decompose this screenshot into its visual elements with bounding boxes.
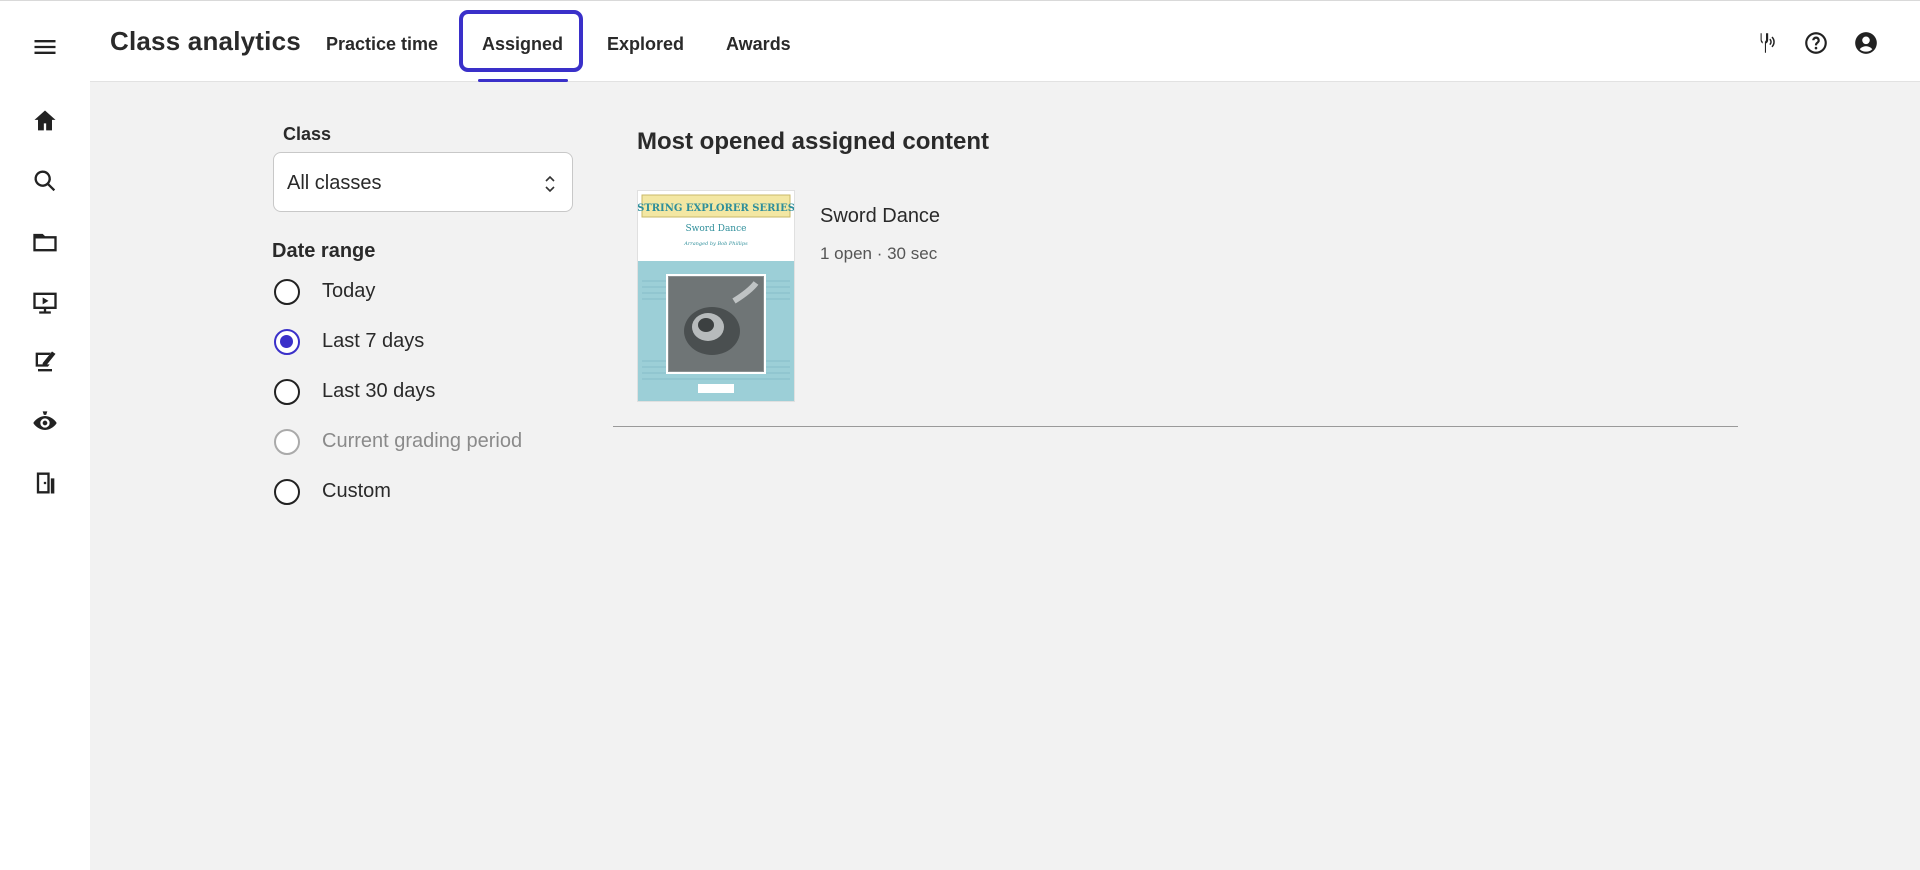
cover-arranger-text: Arranged by Bob Phillips xyxy=(683,241,748,247)
tab-selected-indicator xyxy=(478,79,568,82)
content-meta: 1 open · 30 sec xyxy=(820,244,938,263)
ear-icon xyxy=(33,411,57,430)
cover-title-text: Sword Dance xyxy=(686,224,747,234)
assignment-icon xyxy=(35,351,56,372)
account-icon xyxy=(1855,32,1877,54)
content-divider xyxy=(613,426,1738,427)
section-title: Most opened assigned content xyxy=(637,128,990,155)
radio-last-30-days[interactable] xyxy=(274,379,300,405)
radio-current-grading-period xyxy=(274,429,300,455)
class-select-value: All classes xyxy=(287,172,382,194)
class-label: Class xyxy=(283,124,332,144)
library-button[interactable] xyxy=(25,222,65,262)
tab-awards[interactable]: Awards xyxy=(726,29,791,59)
exit-button[interactable] xyxy=(25,463,65,503)
top-header: Class analytics Practice time Assigned E… xyxy=(90,0,1920,82)
account-button[interactable] xyxy=(1848,25,1884,61)
video-icon xyxy=(33,292,57,314)
menu-icon xyxy=(34,40,56,54)
page-title: Class analytics xyxy=(110,26,301,56)
radio-label: Custom xyxy=(322,480,391,502)
tab-explored[interactable]: Explored xyxy=(607,29,684,59)
folder-icon xyxy=(33,233,57,252)
tuner-button[interactable] xyxy=(1748,25,1784,61)
content-title[interactable]: Sword Dance xyxy=(820,205,940,228)
class-select[interactable]: All classes xyxy=(273,152,573,212)
radio-label: Today xyxy=(322,280,376,302)
radio-custom[interactable] xyxy=(274,479,300,505)
nav-rail xyxy=(0,0,90,870)
radio-today[interactable] xyxy=(274,279,300,305)
assignments-button[interactable] xyxy=(25,342,65,382)
tuner-icon xyxy=(1759,33,1775,53)
select-arrows-icon xyxy=(545,175,555,193)
search-button[interactable] xyxy=(25,161,65,201)
logout-icon xyxy=(36,472,55,494)
content-item[interactable]: STRING EXPLORER SERIES Sword Dance Arran… xyxy=(637,190,1437,402)
date-range-label: Date range xyxy=(272,240,376,262)
help-button[interactable] xyxy=(1798,25,1834,61)
radio-label: Last 30 days xyxy=(322,380,436,402)
tab-practice-time[interactable]: Practice time xyxy=(326,29,438,59)
search-icon xyxy=(34,170,56,192)
radio-label: Current grading period xyxy=(322,430,523,452)
video-button[interactable] xyxy=(25,282,65,322)
radio-label: Last 7 days xyxy=(322,330,425,352)
home-button[interactable] xyxy=(25,101,65,141)
cover-series-text: STRING EXPLORER SERIES xyxy=(638,203,794,214)
home-icon xyxy=(34,110,56,131)
help-icon xyxy=(1805,32,1827,54)
tab-assigned[interactable]: Assigned xyxy=(482,29,563,59)
menu-button[interactable] xyxy=(25,27,65,67)
radio-last-7-days[interactable] xyxy=(274,329,300,355)
listen-button[interactable] xyxy=(25,403,65,443)
content-cover-image: STRING EXPLORER SERIES Sword Dance Arran… xyxy=(637,190,795,402)
